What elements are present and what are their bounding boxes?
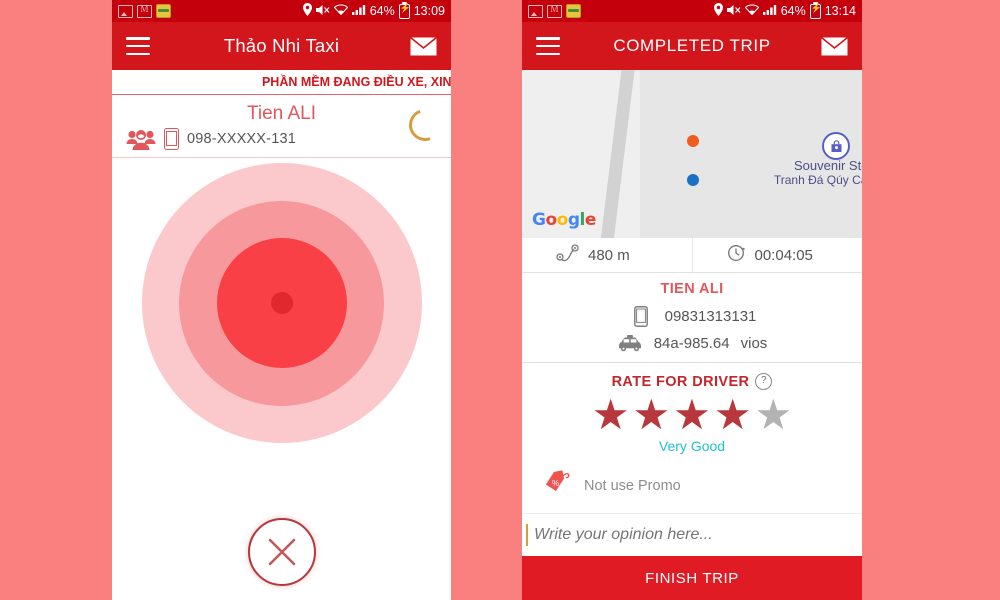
driver-name: TIEN ALI <box>660 281 724 297</box>
passenger-phone-number: 098-XXXXX-131 <box>187 131 296 147</box>
battery-charging-icon <box>809 1 821 19</box>
status-notification-icons <box>528 3 581 18</box>
status-system-icons: 64% 13:14 <box>713 1 856 19</box>
shopping-bag-icon[interactable] <box>822 132 850 160</box>
mobile-phone-icon <box>164 128 179 150</box>
trip-duration: 00:04:05 <box>693 243 863 267</box>
poi-name: Souvenir Store <box>794 158 862 173</box>
driver-vehicle-row: 84a-985.64 vios <box>522 335 862 352</box>
star-icon-4[interactable]: ★ <box>714 394 752 436</box>
close-x-icon <box>265 535 299 569</box>
star-rating-control[interactable]: ★ ★ ★ ★ ★ <box>522 394 862 436</box>
distance-value: 480 m <box>588 246 630 264</box>
wifi-icon <box>333 4 349 18</box>
cancel-button[interactable] <box>247 518 316 586</box>
right-status-bar: 64% 13:14 <box>522 0 862 22</box>
opinion-input-row[interactable] <box>522 513 862 556</box>
passenger-contact-row: 098-XXXXX-131 <box>126 127 437 151</box>
radar-ring-mid <box>179 200 384 406</box>
group-people-icon <box>126 127 156 151</box>
svg-text:%: % <box>552 479 559 488</box>
app-icon <box>156 4 171 18</box>
star-icon-2[interactable]: ★ <box>633 394 671 436</box>
rating-label: Very Good <box>658 438 726 454</box>
trip-map[interactable]: Souvenir Store Tranh Đá Qúy Cao Linh Goo… <box>522 70 862 238</box>
content-spacer <box>522 501 862 513</box>
poi-subtitle: Tranh Đá Qúy Cao Linh <box>773 173 862 187</box>
pickup-marker-dot <box>687 135 699 147</box>
driver-info-card: TIEN ALI 09831313131 84a-985.64 vios <box>522 273 862 363</box>
radar-ring-inner <box>216 238 347 368</box>
radar-center-dot <box>270 292 293 314</box>
page-title: Thảo Nhi Taxi <box>223 35 340 56</box>
right-app-bar: COMPLETED TRIP <box>522 22 862 70</box>
star-icon-1[interactable]: ★ <box>592 394 630 436</box>
battery-charging-icon <box>398 1 410 19</box>
envelope-icon[interactable] <box>410 36 437 56</box>
passenger-name: Tien ALI <box>246 103 316 124</box>
rate-driver-section: RATE FOR DRIVER ? ★ ★ ★ ★ ★ Very Good <box>522 363 862 460</box>
star-icon-5[interactable]: ★ <box>754 394 792 436</box>
envelope-icon[interactable] <box>821 36 848 56</box>
vehicle-model: vios <box>740 335 768 352</box>
passenger-info-card: Tien ALI 098-XXXXX-131 <box>112 95 451 158</box>
gmail-icon <box>547 3 562 18</box>
mute-icon <box>726 4 741 19</box>
status-notification-icons <box>118 3 171 18</box>
battery-percent-label: 64% <box>369 4 395 18</box>
trip-stats-row: 480 m 00:04:05 <box>522 238 862 273</box>
hamburger-menu-icon[interactable] <box>536 37 560 55</box>
battery-percent-label: 64% <box>780 4 806 18</box>
taxi-car-icon <box>617 335 643 352</box>
right-phone-screen: 64% 13:14 COMPLETED TRIP Souvenir Store … <box>522 0 862 600</box>
promo-tag-icon: % <box>544 470 572 501</box>
screenshot-stage: 64% 13:09 Thảo Nhi Taxi PHẦN MỀM ĐANG ĐI… <box>0 0 1000 600</box>
opinion-input[interactable] <box>531 525 862 545</box>
marquee-banner: PHẦN MỀM ĐANG ĐIỀU XE, XIN VUI L <box>112 70 451 95</box>
duration-value: 00:04:05 <box>754 246 813 264</box>
clock-icon <box>727 243 747 267</box>
clock-label: 13:09 <box>413 4 445 18</box>
signal-bars-icon <box>762 4 777 18</box>
left-status-bar: 64% 13:09 <box>112 0 451 22</box>
gmail-icon <box>137 3 152 18</box>
dropoff-marker-dot <box>687 174 699 186</box>
status-system-icons: 64% 13:09 <box>302 1 445 19</box>
location-pin-icon <box>302 3 312 19</box>
marquee-text: PHẦN MỀM ĐANG ĐIỀU XE, XIN VUI L <box>261 75 451 89</box>
google-attribution: Google <box>532 210 596 230</box>
vehicle-plate: 84a-985.64 <box>653 335 730 352</box>
wifi-icon <box>744 4 760 18</box>
text-cursor <box>526 524 528 546</box>
promo-label: Not use Promo <box>584 477 681 494</box>
rate-driver-title-row: RATE FOR DRIVER ? <box>522 373 862 390</box>
rate-driver-title: RATE FOR DRIVER <box>611 373 750 390</box>
image-icon <box>118 4 133 18</box>
location-pin-icon <box>713 3 723 19</box>
driver-search-radar-area <box>112 158 451 600</box>
driver-phone-number: 09831313131 <box>664 308 757 325</box>
question-mark-icon[interactable]: ? <box>755 373 773 390</box>
mobile-phone-icon <box>628 306 654 327</box>
hamburger-menu-icon[interactable] <box>126 37 150 55</box>
driver-phone-row[interactable]: 09831313131 <box>522 306 862 327</box>
signal-bars-icon <box>351 4 366 18</box>
poi-label: Souvenir Store Tranh Đá Qúy Cao Linh <box>712 158 862 188</box>
clock-label: 13:14 <box>824 4 856 18</box>
star-icon-3[interactable]: ★ <box>673 394 711 436</box>
promo-row[interactable]: % Not use Promo <box>522 460 862 501</box>
app-icon <box>566 4 581 18</box>
left-app-bar: Thảo Nhi Taxi <box>112 22 451 70</box>
page-title: COMPLETED TRIP <box>613 36 771 55</box>
radar-animation <box>141 163 422 443</box>
route-icon <box>556 243 580 267</box>
left-phone-screen: 64% 13:09 Thảo Nhi Taxi PHẦN MỀM ĐANG ĐI… <box>112 0 451 600</box>
finish-trip-button[interactable]: FINISH TRIP <box>522 556 862 600</box>
image-icon <box>528 4 543 18</box>
trip-distance: 480 m <box>522 238 693 272</box>
mute-icon <box>315 4 330 19</box>
radar-ring-outer <box>141 163 422 443</box>
